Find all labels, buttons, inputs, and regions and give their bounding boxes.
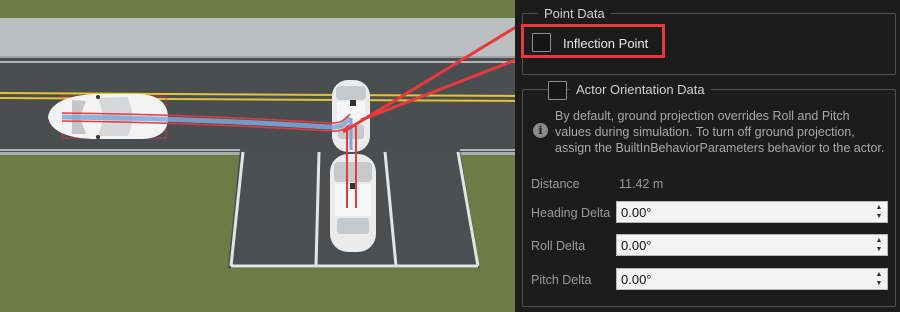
pitch-delta-spinner[interactable]: ▲ ▼ — [616, 268, 888, 290]
actor-orientation-legend[interactable]: Actor Orientation Data — [570, 82, 711, 98]
heading-delta-input[interactable] — [617, 202, 871, 222]
parked-car[interactable] — [330, 154, 376, 252]
grass-foreground — [222, 268, 484, 312]
pitch-delta-input[interactable] — [617, 269, 871, 289]
heading-delta-spinner[interactable]: ▲ ▼ — [616, 201, 888, 223]
roll-delta-down-icon[interactable]: ▼ — [873, 245, 885, 254]
pitch-delta-label: Pitch Delta — [531, 273, 592, 287]
roll-delta-input[interactable] — [617, 235, 871, 255]
pitch-delta-up-icon[interactable]: ▲ — [873, 270, 885, 279]
distance-label: Distance — [531, 177, 580, 191]
heading-delta-up-icon[interactable]: ▲ — [873, 203, 885, 212]
pitch-delta-down-icon[interactable]: ▼ — [873, 279, 885, 288]
info-text: By default, ground projection overrides … — [555, 109, 885, 155]
info-icon: i — [533, 123, 548, 138]
point-data-legend: Point Data — [538, 6, 611, 22]
roll-delta-spinner[interactable]: ▲ ▼ — [616, 234, 888, 256]
roll-delta-label: Roll Delta — [531, 239, 586, 253]
roll-delta-up-icon[interactable]: ▲ — [873, 236, 885, 245]
highlight-box — [521, 24, 665, 58]
heading-delta-down-icon[interactable]: ▼ — [873, 212, 885, 221]
actor-orientation-checkbox[interactable] — [548, 81, 567, 100]
distance-value: 11.42 m — [619, 177, 664, 191]
heading-delta-label: Heading Delta — [531, 206, 611, 220]
sidewalk — [0, 18, 520, 58]
